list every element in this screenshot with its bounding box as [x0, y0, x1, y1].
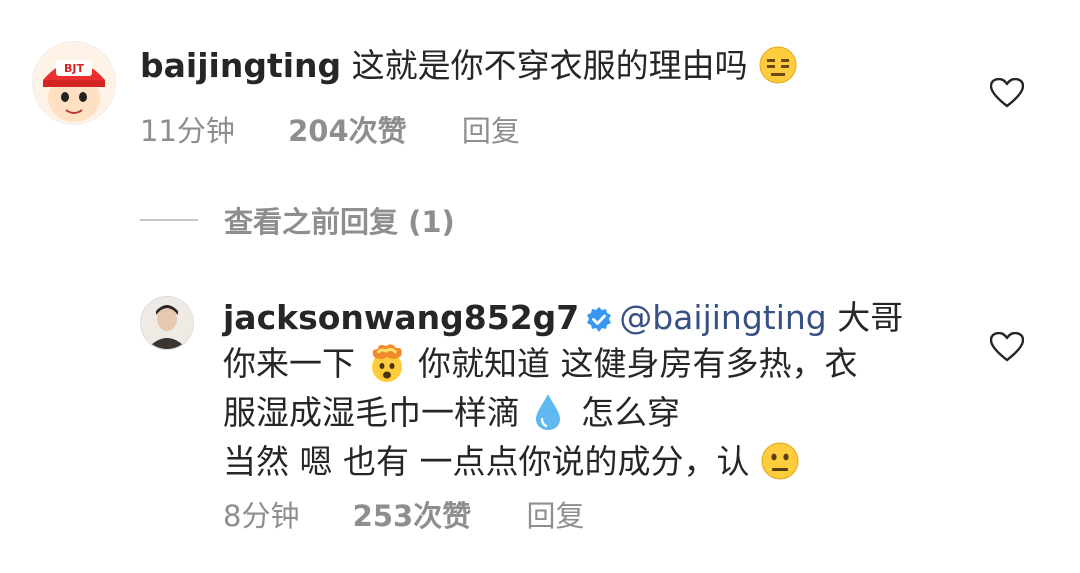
- reply-text: jacksonwang852g7 @baijingting 大哥 你来一下 你就…: [223, 298, 943, 490]
- profile-photo-icon: [141, 297, 193, 349]
- droplet-icon: [531, 392, 565, 441]
- comment-text: baijingting 这就是你不穿衣服的理由吗: [140, 45, 960, 94]
- heart-icon[interactable]: [989, 331, 1025, 366]
- comment-meta: 11分钟 204次赞 回复: [140, 108, 520, 150]
- avatar[interactable]: BJT: [32, 41, 116, 125]
- neutral-face-icon: [760, 441, 800, 490]
- reply-button[interactable]: 回复: [526, 493, 584, 535]
- username[interactable]: baijingting: [140, 46, 341, 85]
- timestamp: 11分钟: [140, 114, 235, 148]
- divider-line: [140, 219, 198, 221]
- like-count[interactable]: 204次赞: [288, 108, 407, 150]
- like-count[interactable]: 253次赞: [353, 493, 472, 535]
- view-previous-replies-button[interactable]: 查看之前回复 (1): [140, 200, 455, 240]
- exploding-head-icon: [366, 343, 408, 392]
- comment-body: 这就是你不穿衣服的理由吗: [351, 46, 748, 85]
- reply-line2b: 你就知道 这健身房有多热，衣: [418, 344, 858, 383]
- timestamp: 8分钟: [223, 499, 300, 533]
- heart-icon[interactable]: [989, 77, 1025, 112]
- view-previous-label: 查看之前回复 (1): [224, 205, 455, 239]
- username[interactable]: jacksonwang852g7: [223, 298, 579, 337]
- verified-badge-icon: [585, 303, 613, 343]
- reply-line4: 当然 嗯 也有 一点点你说的成分，认: [223, 442, 750, 481]
- avatar[interactable]: [140, 296, 194, 350]
- reply-line3a: 服湿成湿毛巾一样滴: [223, 393, 520, 432]
- expressionless-face-icon: [758, 45, 798, 94]
- reply-line2a: 你来一下: [223, 344, 355, 383]
- reply-line1: 大哥: [837, 298, 904, 337]
- svg-text:BJT: BJT: [64, 62, 84, 75]
- reply-button[interactable]: 回复: [462, 108, 520, 150]
- mention-link[interactable]: @baijingting: [619, 298, 827, 337]
- cartoon-avatar-icon: BJT: [43, 60, 105, 122]
- reply-line3b: 怎么穿: [581, 393, 680, 432]
- reply-meta: 8分钟 253次赞 回复: [223, 493, 584, 535]
